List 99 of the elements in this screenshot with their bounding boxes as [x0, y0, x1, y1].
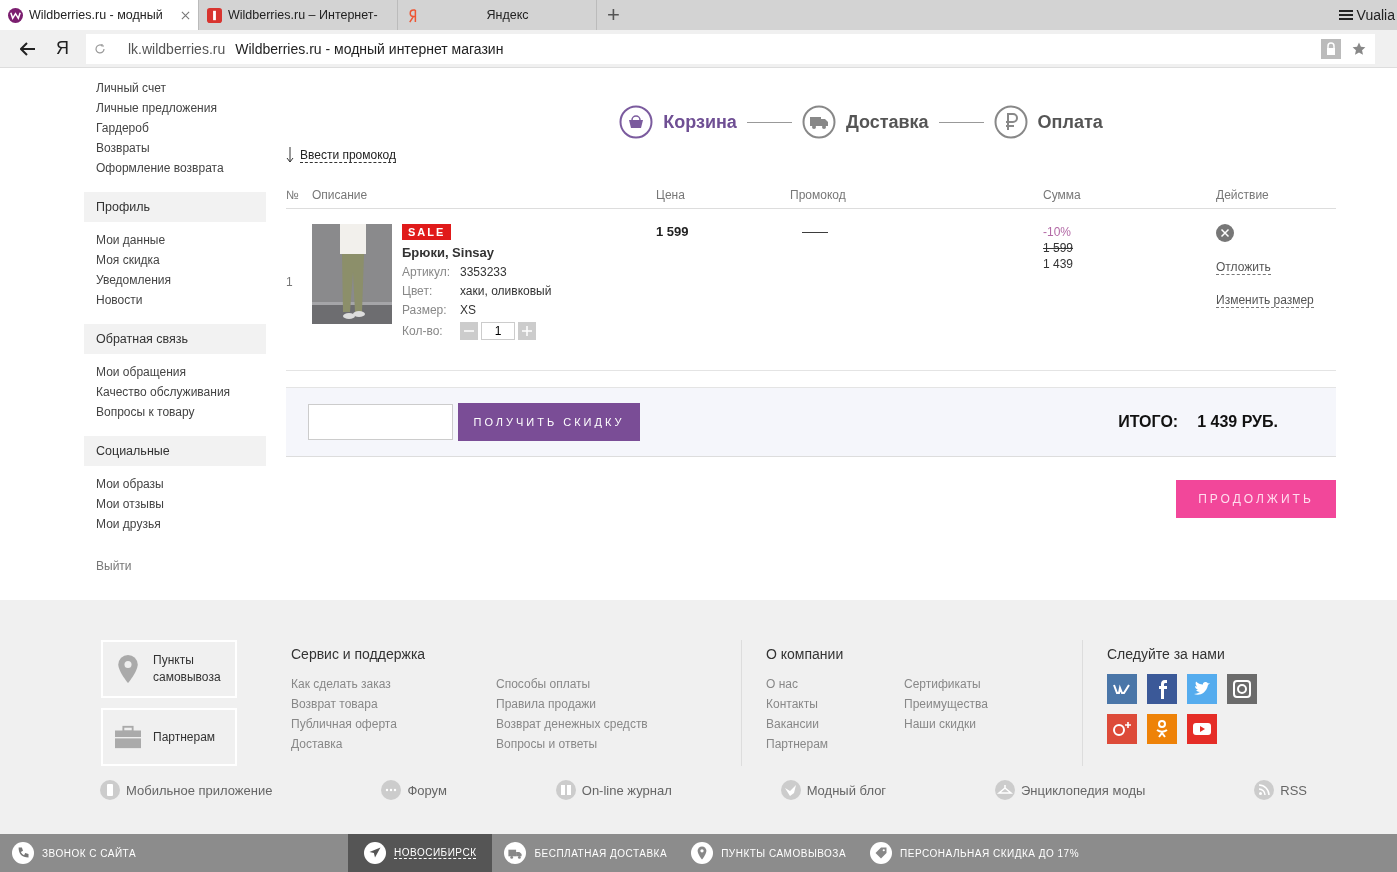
attribute-label: Цвет:: [402, 284, 434, 298]
promo-code-link[interactable]: Ввести промокод: [300, 147, 397, 163]
address-field[interactable]: lk.wildberries.ru Wildberries.ru - модный интернет магазин: [86, 33, 1375, 64]
sidebar-section-header: Социальные: [84, 436, 266, 466]
sidebar-link[interactable]: Вопросы к товару: [84, 402, 266, 422]
checkout-step: Корзина: [619, 105, 737, 139]
sale-badge: SALE: [402, 224, 452, 240]
sidebar-link[interactable]: Мои данные: [84, 230, 266, 250]
total-label: ИТОГО:: [1118, 413, 1179, 431]
attribute-value: 3353233: [460, 265, 507, 279]
promo-cell-text: ——: [801, 224, 829, 241]
quantity-label: Кол-во:: [402, 324, 444, 338]
page-title: Wildberries.ru - модный интернет магазин: [235, 40, 504, 57]
footer-heading: Следуйте за нами: [1107, 646, 1226, 662]
reload-icon[interactable]: [94, 42, 106, 55]
column-header: Промокод: [790, 188, 847, 202]
sidebar-link[interactable]: Личный счет: [84, 78, 266, 98]
sidebar-link[interactable]: Возвраты: [84, 138, 266, 158]
get-discount-button[interactable]: ПОЛУЧИТЬ СКИДКУ: [458, 403, 640, 441]
attribute-label: Артикул:: [402, 265, 452, 279]
footer-link[interactable]: Форум: [407, 782, 447, 798]
checkout-step: Оплата: [993, 105, 1103, 139]
sidebar-link[interactable]: Гардероб: [84, 118, 266, 138]
column-header: №: [286, 188, 300, 202]
bag-icon: [619, 105, 654, 139]
new-tab-button[interactable]: +: [597, 2, 630, 28]
truck-icon: [801, 105, 836, 139]
sum-price: 1 439: [1043, 256, 1075, 272]
attribute-value: XS: [460, 303, 476, 317]
yandex-button[interactable]: Я: [56, 38, 86, 59]
phone-icon: [100, 780, 120, 800]
remove-icon[interactable]: [1216, 224, 1234, 242]
action-link[interactable]: Отложить: [1216, 260, 1271, 275]
address-domain: lk.wildberries.ru: [128, 40, 226, 57]
price-cell-text: 1 599: [656, 224, 690, 241]
browser-tab[interactable]: Wildberries.ru - модный: [0, 0, 199, 30]
product-name[interactable]: Брюки, Sinsay: [402, 245, 495, 260]
sidebar-link[interactable]: Мои отзывы: [84, 494, 266, 514]
sidebar-section-header: Профиль: [84, 192, 266, 222]
footer-card[interactable]: Пункты самовывоза: [101, 640, 237, 698]
book-icon: [555, 780, 576, 800]
profile-name[interactable]: Vualia: [1356, 7, 1397, 23]
row-number: 1: [286, 275, 294, 289]
navigation-icon: [364, 842, 387, 864]
hanger-icon: [995, 780, 1015, 800]
attribute-value: хаки, оливковый: [460, 284, 552, 298]
sidebar-link[interactable]: Личные предложения: [84, 98, 266, 118]
ruble-icon: [993, 105, 1028, 139]
youtube-icon[interactable]: [1187, 714, 1217, 744]
vk-icon[interactable]: [1107, 674, 1137, 704]
sidebar-link[interactable]: Уведомления: [84, 270, 266, 290]
sidebar-link[interactable]: Мои образы: [84, 474, 266, 494]
sidebar-link[interactable]: Новости: [84, 290, 266, 310]
column-header: Описание: [312, 188, 369, 202]
footer-link[interactable]: Мобильное приложение: [126, 782, 273, 798]
total-value: 1 439 РУБ.: [1197, 413, 1278, 431]
close-icon[interactable]: [181, 10, 190, 20]
sidebar-link[interactable]: Качество обслуживания: [84, 382, 266, 402]
attribute-label: Размер:: [402, 303, 448, 317]
checkout-step: Доставка: [801, 105, 929, 139]
logout-link[interactable]: Выйти: [84, 556, 266, 576]
discount-code-field[interactable]: [308, 404, 453, 440]
tag-icon: [870, 842, 893, 864]
bottom-bar-item[interactable]: НОВОСИБИРСК: [348, 834, 493, 872]
sidebar-section-header: Обратная связь: [84, 324, 266, 354]
old-price: 1 599: [1043, 240, 1075, 256]
phone-icon: [12, 842, 34, 864]
action-link[interactable]: Изменить размер: [1216, 293, 1314, 308]
footer-heading: О компании: [766, 646, 845, 662]
twitter-icon[interactable]: [1187, 674, 1217, 704]
sidebar-link[interactable]: Мои друзья: [84, 514, 266, 534]
down-arrow-icon: [286, 147, 294, 163]
footer-link[interactable]: On-line журнал: [581, 782, 672, 798]
truck-icon: [504, 842, 527, 864]
rss-icon: [1254, 780, 1275, 800]
pin-icon: [115, 654, 141, 684]
quantity-field[interactable]: 1: [481, 322, 515, 340]
footer-heading: Сервис и поддержка: [291, 646, 427, 662]
ok-icon[interactable]: [1147, 714, 1177, 744]
sidebar-link[interactable]: Оформление возврата: [84, 158, 266, 178]
gplus-icon[interactable]: [1107, 714, 1137, 744]
discount-percent: -10%: [1043, 224, 1072, 240]
chat-icon: [381, 780, 402, 800]
sidebar-link[interactable]: Мои обращения: [84, 362, 266, 382]
column-header: Цена: [656, 188, 686, 202]
pin-icon: [691, 842, 714, 864]
column-header: Действие: [1216, 188, 1270, 202]
footer-link[interactable]: RSS: [1280, 782, 1307, 798]
instagram-icon[interactable]: [1227, 674, 1257, 704]
sidebar-link[interactable]: Моя скидка: [84, 250, 266, 270]
footer-card[interactable]: Партнерам: [101, 708, 237, 766]
footer-link[interactable]: Модный блог: [806, 782, 887, 798]
footer-link[interactable]: Энциклопедия моды: [1021, 782, 1146, 798]
site-logo-icon: [207, 7, 222, 23]
site-logo-icon: [8, 7, 23, 23]
facebook-icon[interactable]: [1147, 674, 1177, 704]
back-arrow-icon[interactable]: [20, 41, 36, 56]
column-header: Сумма: [1043, 188, 1082, 202]
menu-icon[interactable]: [1338, 9, 1353, 21]
